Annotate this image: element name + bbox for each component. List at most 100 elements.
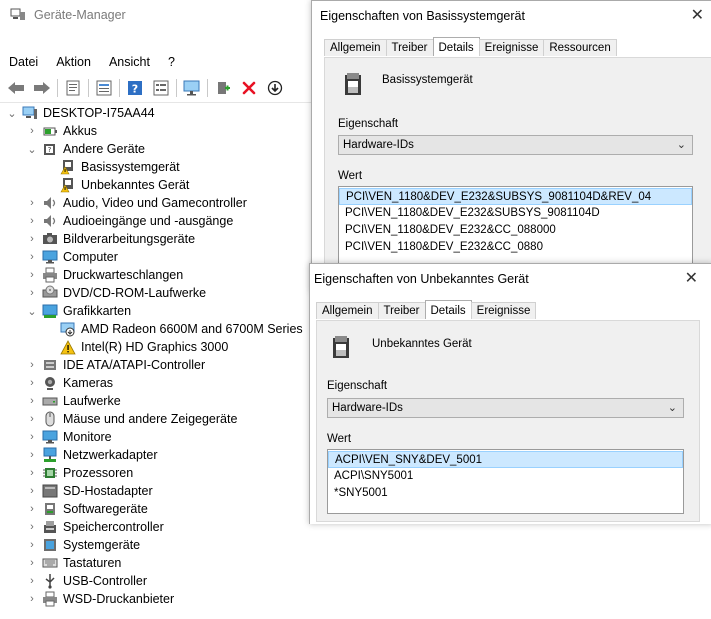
list-item[interactable]: PCI\VEN_1180&DEV_E232&CC_0880	[339, 239, 692, 256]
uninstall-x-icon[interactable]	[239, 78, 259, 98]
expand-closed-chevron-icon[interactable]: ›	[26, 395, 38, 407]
tab-ressourcen[interactable]: Ressourcen	[543, 39, 617, 56]
tree-item[interactable]: Basissystemgerät	[44, 158, 180, 176]
expand-closed-chevron-icon[interactable]: ›	[26, 467, 38, 479]
tree-item[interactable]: › Monitore	[26, 428, 111, 446]
back-arrow-icon[interactable]	[6, 78, 26, 98]
tree-item[interactable]: › DVD/CD-ROM-Laufwerke	[26, 284, 206, 302]
tree-item[interactable]: › Akkus	[26, 122, 97, 140]
properties-icon[interactable]	[63, 78, 83, 98]
dialog-tabs: Allgemein Treiber Details Ereignisse Res…	[324, 37, 617, 56]
keyboard-icon	[42, 555, 58, 571]
expand-closed-chevron-icon[interactable]: ›	[26, 431, 38, 443]
tree-item[interactable]: Unbekanntes Gerät	[44, 176, 189, 194]
tree-item[interactable]: › USB-Controller	[26, 572, 147, 590]
chevron-down-icon: ⌄	[667, 402, 677, 414]
value-listbox[interactable]: ACPI\VEN_SNY&DEV_5001 ACPI\SNY5001 *SNY500…	[327, 449, 684, 514]
tree-item-label: IDE ATA/ATAPI-Controller	[63, 358, 206, 372]
list-item[interactable]: ACPI\SNY5001	[328, 468, 683, 485]
tab-details[interactable]: Details	[424, 300, 472, 319]
expand-closed-chevron-icon[interactable]: ›	[26, 233, 38, 245]
expand-closed-chevron-icon[interactable]: ›	[26, 449, 38, 461]
expand-closed-chevron-icon[interactable]: ›	[26, 593, 38, 605]
window-title: Geräte-Manager	[34, 8, 126, 22]
tab-allgemein[interactable]: Allgemein	[316, 302, 379, 319]
expand-open-chevron-icon[interactable]: ⌄	[6, 107, 18, 120]
expand-closed-chevron-icon[interactable]: ›	[26, 251, 38, 263]
expand-closed-chevron-icon[interactable]: ›	[26, 287, 38, 299]
expand-closed-chevron-icon[interactable]: ›	[26, 503, 38, 515]
tree-item-label: DESKTOP-I75AA44	[43, 106, 155, 120]
tree-item[interactable]: AMD Radeon 6600M and 6700M Series	[44, 320, 303, 338]
tree-item[interactable]: › Laufwerke	[26, 392, 121, 410]
menu-help[interactable]: ?	[159, 55, 184, 69]
tree-item[interactable]: › IDE ATA/ATAPI-Controller	[26, 356, 205, 374]
close-icon[interactable]: ✕	[691, 5, 704, 25]
expand-closed-chevron-icon[interactable]: ›	[26, 413, 38, 425]
tree-item[interactable]: › Mäuse und andere Zeigegeräte	[26, 410, 237, 428]
close-icon[interactable]: ✕	[685, 268, 698, 288]
expand-closed-chevron-icon[interactable]: ›	[26, 359, 38, 371]
list-item[interactable]: PCI\VEN_1180&DEV_E232&CC_088000	[339, 222, 692, 239]
menu-ansicht[interactable]: Ansicht	[100, 55, 159, 69]
network-icon	[42, 447, 58, 463]
expand-closed-chevron-icon[interactable]: ›	[26, 557, 38, 569]
forward-arrow-icon[interactable]	[32, 78, 52, 98]
expand-closed-chevron-icon[interactable]: ›	[26, 485, 38, 497]
property-select[interactable]: Hardware-IDs ⌄	[338, 135, 693, 155]
list-icon[interactable]	[94, 78, 114, 98]
tree-item[interactable]: › WSD-Druckanbieter	[26, 590, 174, 608]
expand-open-chevron-icon[interactable]: ⌄	[26, 143, 38, 156]
tree-item[interactable]: › Speichercontroller	[26, 518, 164, 536]
tab-allgemein[interactable]: Allgemein	[324, 39, 387, 56]
expand-closed-chevron-icon[interactable]: ›	[26, 269, 38, 281]
tree-item[interactable]: ⌄? Andere Geräte	[26, 140, 145, 158]
list-item[interactable]: ACPI\VEN_SNY&DEV_5001	[328, 451, 683, 468]
tree-item[interactable]: › Computer	[26, 248, 118, 266]
tab-treiber[interactable]: Treiber	[385, 39, 434, 56]
tree-item[interactable]: › Audio, Video und Gamecontroller	[26, 194, 247, 212]
tree-item[interactable]: › Audioeingänge und -ausgänge	[26, 212, 233, 230]
monitor-scan-icon[interactable]	[182, 78, 202, 98]
menu-aktion[interactable]: Aktion	[47, 55, 100, 69]
tree-item[interactable]: Intel(R) HD Graphics 3000	[44, 338, 228, 356]
tree-item[interactable]: › Druckwarteschlangen	[26, 266, 183, 284]
tree-item[interactable]: › Prozessoren	[26, 464, 133, 482]
disabled-device-icon	[60, 321, 76, 337]
tree-item-label: Speichercontroller	[63, 520, 164, 534]
expand-closed-chevron-icon[interactable]: ›	[26, 539, 38, 551]
expand-closed-chevron-icon[interactable]: ›	[26, 197, 38, 209]
list-view-icon[interactable]	[151, 78, 171, 98]
menu-datei[interactable]: Datei	[0, 55, 47, 69]
update-driver-icon[interactable]	[265, 78, 285, 98]
expand-open-chevron-icon[interactable]: ⌄	[26, 305, 38, 318]
tree-item[interactable]: › Bildverarbeitungsgeräte	[26, 230, 195, 248]
list-item[interactable]: PCI\VEN_1180&DEV_E232&SUBSYS_9081104D&RE…	[339, 188, 692, 205]
expand-closed-chevron-icon[interactable]: ›	[26, 125, 38, 137]
tab-ereignisse[interactable]: Ereignisse	[478, 39, 545, 56]
tab-treiber[interactable]: Treiber	[377, 302, 426, 319]
expand-closed-chevron-icon[interactable]: ›	[26, 377, 38, 389]
toolbar-separator	[119, 79, 120, 97]
tree-item[interactable]: › Kameras	[26, 374, 113, 392]
tab-details[interactable]: Details	[432, 37, 480, 56]
tree-item[interactable]: › Softwaregeräte	[26, 500, 148, 518]
tree-item[interactable]: › Netzwerkadapter	[26, 446, 158, 464]
tree-item-label: Bildverarbeitungsgeräte	[63, 232, 196, 246]
tree-item[interactable]: › Systemgeräte	[26, 536, 140, 554]
tree-item[interactable]: ⌄ Grafikkarten	[26, 302, 131, 320]
list-item[interactable]: *SNY5001	[328, 485, 683, 502]
tree-item[interactable]: › Tastaturen	[26, 554, 121, 572]
tab-ereignisse[interactable]: Ereignisse	[470, 302, 537, 319]
add-driver-icon[interactable]	[213, 78, 233, 98]
expand-closed-chevron-icon[interactable]: ›	[26, 521, 38, 533]
tree-item[interactable]: ⌄ DESKTOP-I75AA44	[6, 104, 155, 122]
expand-closed-chevron-icon[interactable]: ›	[26, 575, 38, 587]
expand-closed-chevron-icon[interactable]: ›	[26, 215, 38, 227]
list-item[interactable]: PCI\VEN_1180&DEV_E232&SUBSYS_9081104D	[339, 205, 692, 222]
help-icon[interactable]: ?	[125, 78, 145, 98]
tree-item[interactable]: › SD-Hostadapter	[26, 482, 152, 500]
property-select[interactable]: Hardware-IDs ⌄	[327, 398, 684, 418]
speaker-icon	[42, 213, 58, 229]
dialog-title-bar: Eigenschaften von Unbekanntes Gerät ✕	[310, 264, 711, 294]
